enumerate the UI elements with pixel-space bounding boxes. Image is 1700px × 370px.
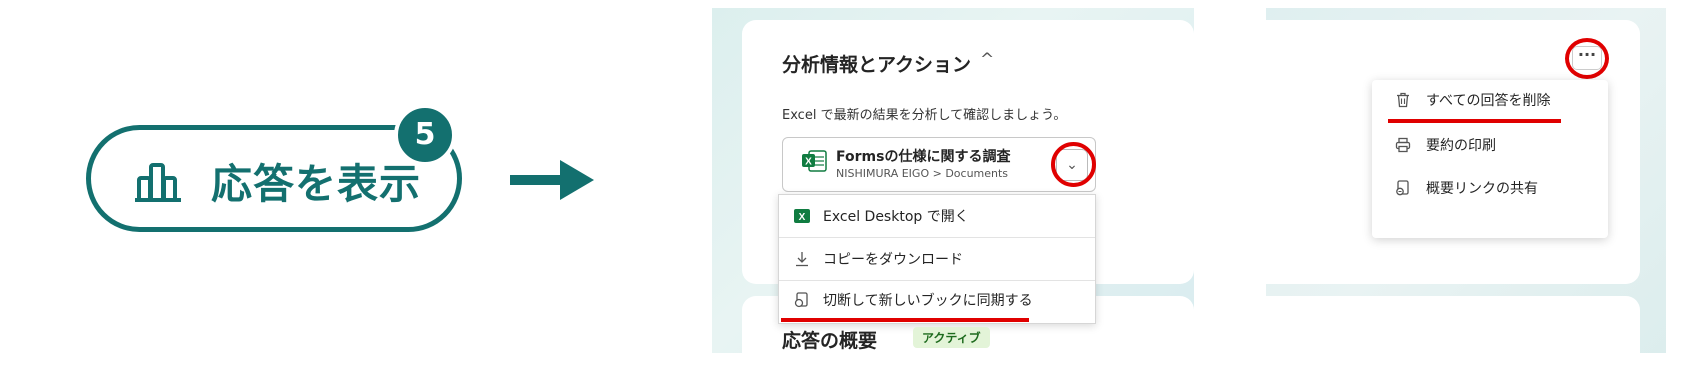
divider — [779, 237, 1095, 238]
menu-item-open-excel-desktop[interactable]: X Excel Desktop で開く — [793, 199, 969, 233]
menu-item-label: 切断して新しいブックに同期する — [823, 293, 1033, 309]
highlight-circle-more — [1565, 38, 1609, 79]
divider — [779, 280, 1095, 281]
menu-item-disconnect-sync[interactable]: 切断して新しいブックに同期する — [793, 283, 1033, 317]
excel-icon: X — [794, 209, 810, 223]
svg-text:X: X — [805, 157, 812, 168]
menu-item-label: コピーをダウンロード — [823, 252, 963, 268]
menu-item-label: すべての回答を削除 — [1426, 93, 1551, 109]
more-options-menu: すべての回答を削除 要約の印刷 概要リンクの共有 — [1372, 80, 1608, 238]
menu-item-print-summary[interactable]: 要約の印刷 — [1394, 135, 1496, 155]
analytics-title: 分析情報とアクション — [782, 54, 972, 76]
analytics-subtitle: Excel で最新の結果を分析して確認しましょう。 — [782, 108, 1067, 123]
menu-item-delete-all-responses[interactable]: すべての回答を削除 — [1394, 90, 1550, 110]
menu-item-label: Excel Desktop で開く — [823, 209, 969, 225]
menu-item-download-copy[interactable]: コピーをダウンロード — [793, 242, 963, 276]
menu-item-share-summary-link[interactable]: 概要リンクの共有 — [1394, 178, 1538, 198]
collapse-caret-icon[interactable]: ^ — [980, 50, 994, 70]
highlight-circle-chevron — [1051, 142, 1096, 187]
share-link-icon — [1396, 180, 1409, 196]
print-icon — [1395, 137, 1411, 153]
sync-book-icon — [794, 292, 808, 308]
menu-item-label: 要約の印刷 — [1426, 138, 1496, 154]
download-icon — [796, 252, 808, 267]
excel-file-icon: X — [802, 150, 827, 172]
step-number-badge: 5 — [394, 104, 456, 166]
lower-card — [1266, 296, 1640, 356]
right-arrow-icon — [510, 160, 594, 200]
bar-chart-icon — [135, 163, 181, 202]
menu-item-label: 概要リンクの共有 — [1426, 181, 1538, 197]
svg-text:X: X — [799, 212, 806, 223]
trash-icon — [1397, 92, 1409, 108]
file-path: NISHIMURA EIGO > Documents — [836, 167, 1009, 180]
status-badge: アクティブ — [913, 327, 990, 348]
highlight-underline-delete — [1388, 119, 1561, 123]
file-name: Formsの仕様に関する調査 — [836, 149, 1011, 165]
highlight-underline-sync — [781, 318, 1029, 322]
summary-title: 応答の概要 — [782, 330, 878, 352]
view-responses-label: 応答を表示 — [211, 160, 421, 208]
file-options-dropdown: X Excel Desktop で開く コピーをダウンロード 切断して新しいブッ… — [778, 194, 1096, 324]
